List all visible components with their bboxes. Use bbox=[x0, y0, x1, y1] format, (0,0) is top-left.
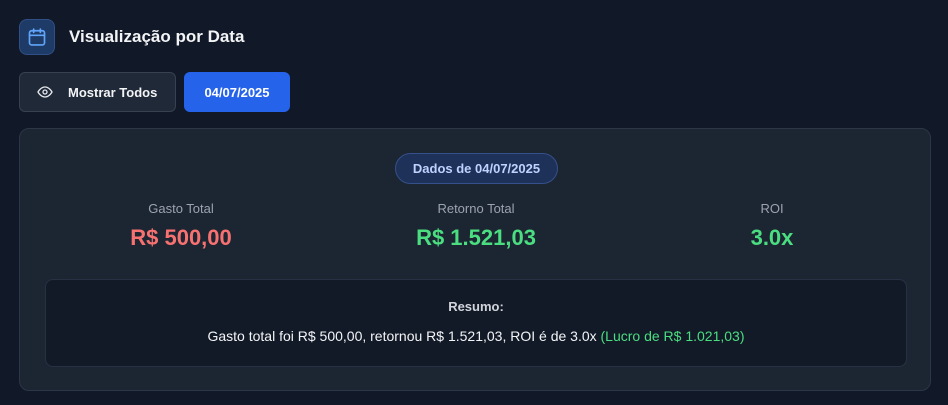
date-button[interactable]: 04/07/2025 bbox=[184, 72, 290, 112]
metric-total-spent: Gasto Total R$ 500,00 bbox=[51, 201, 311, 251]
eye-icon bbox=[37, 84, 53, 100]
metric-label: ROI bbox=[760, 201, 784, 216]
summary-title: Resumo: bbox=[448, 299, 504, 314]
summary-box: Resumo: Gasto total foi R$ 500,00, retor… bbox=[45, 279, 907, 367]
metric-value: 3.0x bbox=[750, 225, 794, 250]
metric-label: Retorno Total bbox=[437, 201, 515, 216]
summary-profit: (Lucro de R$ 1.021,03) bbox=[600, 328, 745, 344]
metric-roi: ROI 3.0x bbox=[642, 201, 902, 251]
summary-text: Gasto total foi R$ 500,00, retornou R$ 1… bbox=[46, 328, 906, 344]
page-title: Visualização por Data bbox=[69, 27, 245, 46]
date-badge: Dados de 04/07/2025 bbox=[395, 153, 558, 184]
metric-value: R$ 1.521,03 bbox=[416, 225, 536, 250]
filter-buttons: Mostrar Todos 04/07/2025 bbox=[19, 72, 290, 112]
calendar-icon bbox=[19, 19, 55, 55]
show-all-label: Mostrar Todos bbox=[68, 84, 158, 100]
data-card: Dados de 04/07/2025 Gasto Total R$ 500,0… bbox=[19, 128, 931, 391]
metric-value: R$ 500,00 bbox=[130, 225, 232, 250]
show-all-button[interactable]: Mostrar Todos bbox=[19, 72, 176, 112]
metric-label: Gasto Total bbox=[148, 201, 214, 216]
metric-total-return: Retorno Total R$ 1.521,03 bbox=[346, 201, 606, 251]
summary-body: Gasto total foi R$ 500,00, retornou R$ 1… bbox=[207, 328, 597, 344]
page-header: Visualização por Data bbox=[19, 19, 244, 55]
